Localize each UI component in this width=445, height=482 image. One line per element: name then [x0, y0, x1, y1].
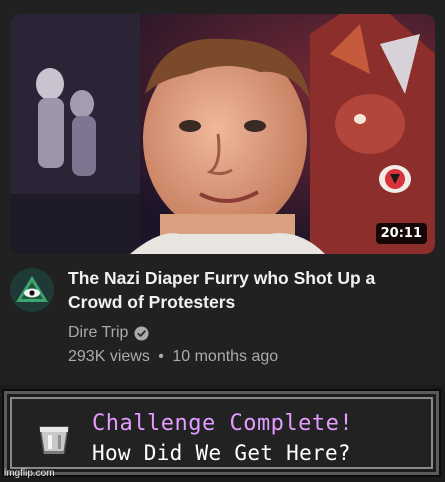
- video-card[interactable]: 20:11 The Nazi Diaper Furry who Shot Up …: [0, 0, 445, 385]
- duration-badge: 20:11: [375, 223, 427, 244]
- watermark: imgflip.com: [4, 468, 55, 479]
- video-stats: 293K views • 10 months ago: [68, 348, 428, 366]
- separator-dot: •: [158, 348, 164, 365]
- bucket-icon: [39, 426, 69, 454]
- channel-name[interactable]: Dire Trip: [68, 324, 128, 342]
- advancement-title: Challenge Complete!: [92, 411, 354, 436]
- channel-avatar[interactable]: [10, 268, 54, 312]
- video-thumbnail[interactable]: 20:11: [10, 14, 435, 254]
- advancement-description: How Did We Get Here?: [92, 441, 351, 465]
- advancement-toast: Challenge Complete! How Did We Get Here?: [2, 389, 441, 477]
- advancement-frame: Challenge Complete! How Did We Get Here?: [10, 397, 433, 469]
- upload-age: 10 months ago: [172, 348, 279, 365]
- video-meta: The Nazi Diaper Furry who Shot Up a Crow…: [68, 266, 428, 366]
- view-count: 293K views: [68, 348, 150, 365]
- thumbnail-image: [10, 14, 435, 254]
- video-title[interactable]: The Nazi Diaper Furry who Shot Up a Crow…: [68, 266, 428, 314]
- eye-triangle-icon: [10, 268, 54, 312]
- verified-check-icon: [134, 325, 149, 341]
- channel-row: Dire Trip: [68, 324, 428, 342]
